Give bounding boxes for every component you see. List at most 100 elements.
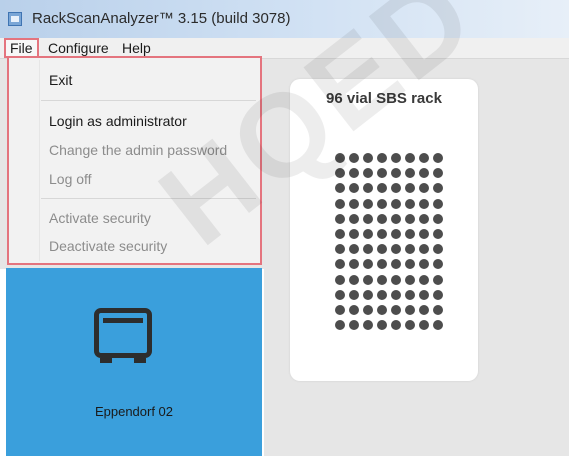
vial-position	[419, 244, 429, 255]
scanner-foot-left	[100, 358, 112, 363]
menu-item-login-admin[interactable]: Login as administrator	[49, 113, 187, 129]
vial-position	[377, 244, 387, 255]
vial-position	[335, 259, 345, 270]
vial-position	[433, 213, 443, 224]
title-bar: RackScanAnalyzer™ 3.15 (build 3078)	[0, 0, 569, 38]
vial-position	[377, 320, 387, 331]
menu-item-deactivate-security: Deactivate security	[49, 238, 168, 254]
vial-position	[335, 183, 345, 194]
vial-position	[419, 198, 429, 209]
menu-separator	[41, 100, 256, 101]
vial-position	[335, 320, 345, 331]
vial-position	[377, 259, 387, 270]
vial-position	[391, 305, 401, 315]
menu-file[interactable]: File	[4, 38, 39, 58]
app-icon	[8, 12, 22, 26]
vial-position	[349, 183, 359, 194]
vial-position	[391, 153, 401, 163]
vial-position	[433, 244, 443, 255]
vial-position	[391, 198, 401, 209]
menu-configure[interactable]: Configure	[48, 38, 109, 58]
vial-position	[335, 229, 345, 239]
menu-gutter	[39, 60, 40, 261]
vial-position	[405, 244, 415, 255]
vial-position	[335, 198, 345, 209]
menu-item-activate-security: Activate security	[49, 210, 151, 226]
vial-position	[433, 168, 443, 179]
vial-position	[363, 229, 373, 239]
vial-position	[363, 259, 373, 270]
vial-position	[433, 320, 443, 331]
vial-position	[377, 213, 387, 224]
vial-position	[433, 153, 443, 163]
vial-position	[363, 198, 373, 209]
vial-position	[405, 183, 415, 194]
vial-position	[363, 213, 373, 224]
menu-separator	[41, 198, 256, 199]
vial-position	[419, 168, 429, 179]
vial-position	[405, 274, 415, 285]
vial-position	[405, 198, 415, 209]
vial-position	[391, 320, 401, 331]
vial-position	[433, 274, 443, 285]
vial-position	[419, 229, 429, 239]
vial-position	[377, 305, 387, 315]
vial-position	[349, 259, 359, 270]
vial-position	[391, 229, 401, 239]
vial-position	[363, 289, 373, 300]
vial-position	[335, 168, 345, 179]
vial-position	[377, 289, 387, 300]
vial-position	[377, 274, 387, 285]
vial-position	[391, 183, 401, 194]
vial-position	[349, 244, 359, 255]
vial-position	[335, 274, 345, 285]
vial-position	[335, 244, 345, 255]
vial-position	[377, 198, 387, 209]
vial-grid	[335, 153, 445, 339]
vial-position	[433, 305, 443, 315]
window-title: RackScanAnalyzer™ 3.15 (build 3078)	[32, 10, 291, 27]
vial-position	[419, 305, 429, 315]
vial-position	[419, 213, 429, 224]
menu-item-log-off: Log off	[49, 171, 92, 187]
vial-position	[433, 289, 443, 300]
vial-position	[363, 153, 373, 163]
vial-position	[363, 274, 373, 285]
vial-position	[433, 229, 443, 239]
vial-position	[377, 153, 387, 163]
vial-position	[349, 198, 359, 209]
vial-position	[349, 305, 359, 315]
vial-position	[405, 320, 415, 331]
vial-position	[363, 244, 373, 255]
vial-position	[433, 259, 443, 270]
rack-title: 96 vial SBS rack	[326, 90, 442, 107]
vial-position	[363, 183, 373, 194]
vial-position	[349, 274, 359, 285]
device-tile[interactable]: Eppendorf 02	[6, 268, 262, 456]
vial-position	[405, 229, 415, 239]
vial-position	[377, 183, 387, 194]
vial-position	[419, 183, 429, 194]
vial-position	[391, 213, 401, 224]
vial-position	[405, 305, 415, 315]
vial-position	[349, 320, 359, 331]
menu-help[interactable]: Help	[122, 38, 151, 58]
vial-position	[349, 213, 359, 224]
vial-position	[377, 168, 387, 179]
rack-card: 96 vial SBS rack	[290, 79, 478, 381]
menu-item-exit[interactable]: Exit	[49, 72, 72, 88]
device-label: Eppendorf 02	[94, 404, 174, 419]
vial-position	[335, 305, 345, 315]
rack-scanner-icon	[94, 308, 152, 358]
vial-position	[419, 320, 429, 331]
vial-position	[405, 153, 415, 163]
vial-position	[335, 213, 345, 224]
vial-position	[391, 259, 401, 270]
vial-position	[363, 168, 373, 179]
vial-position	[335, 289, 345, 300]
vial-position	[391, 168, 401, 179]
vial-position	[349, 229, 359, 239]
vial-position	[391, 289, 401, 300]
vial-position	[349, 168, 359, 179]
vial-position	[419, 289, 429, 300]
